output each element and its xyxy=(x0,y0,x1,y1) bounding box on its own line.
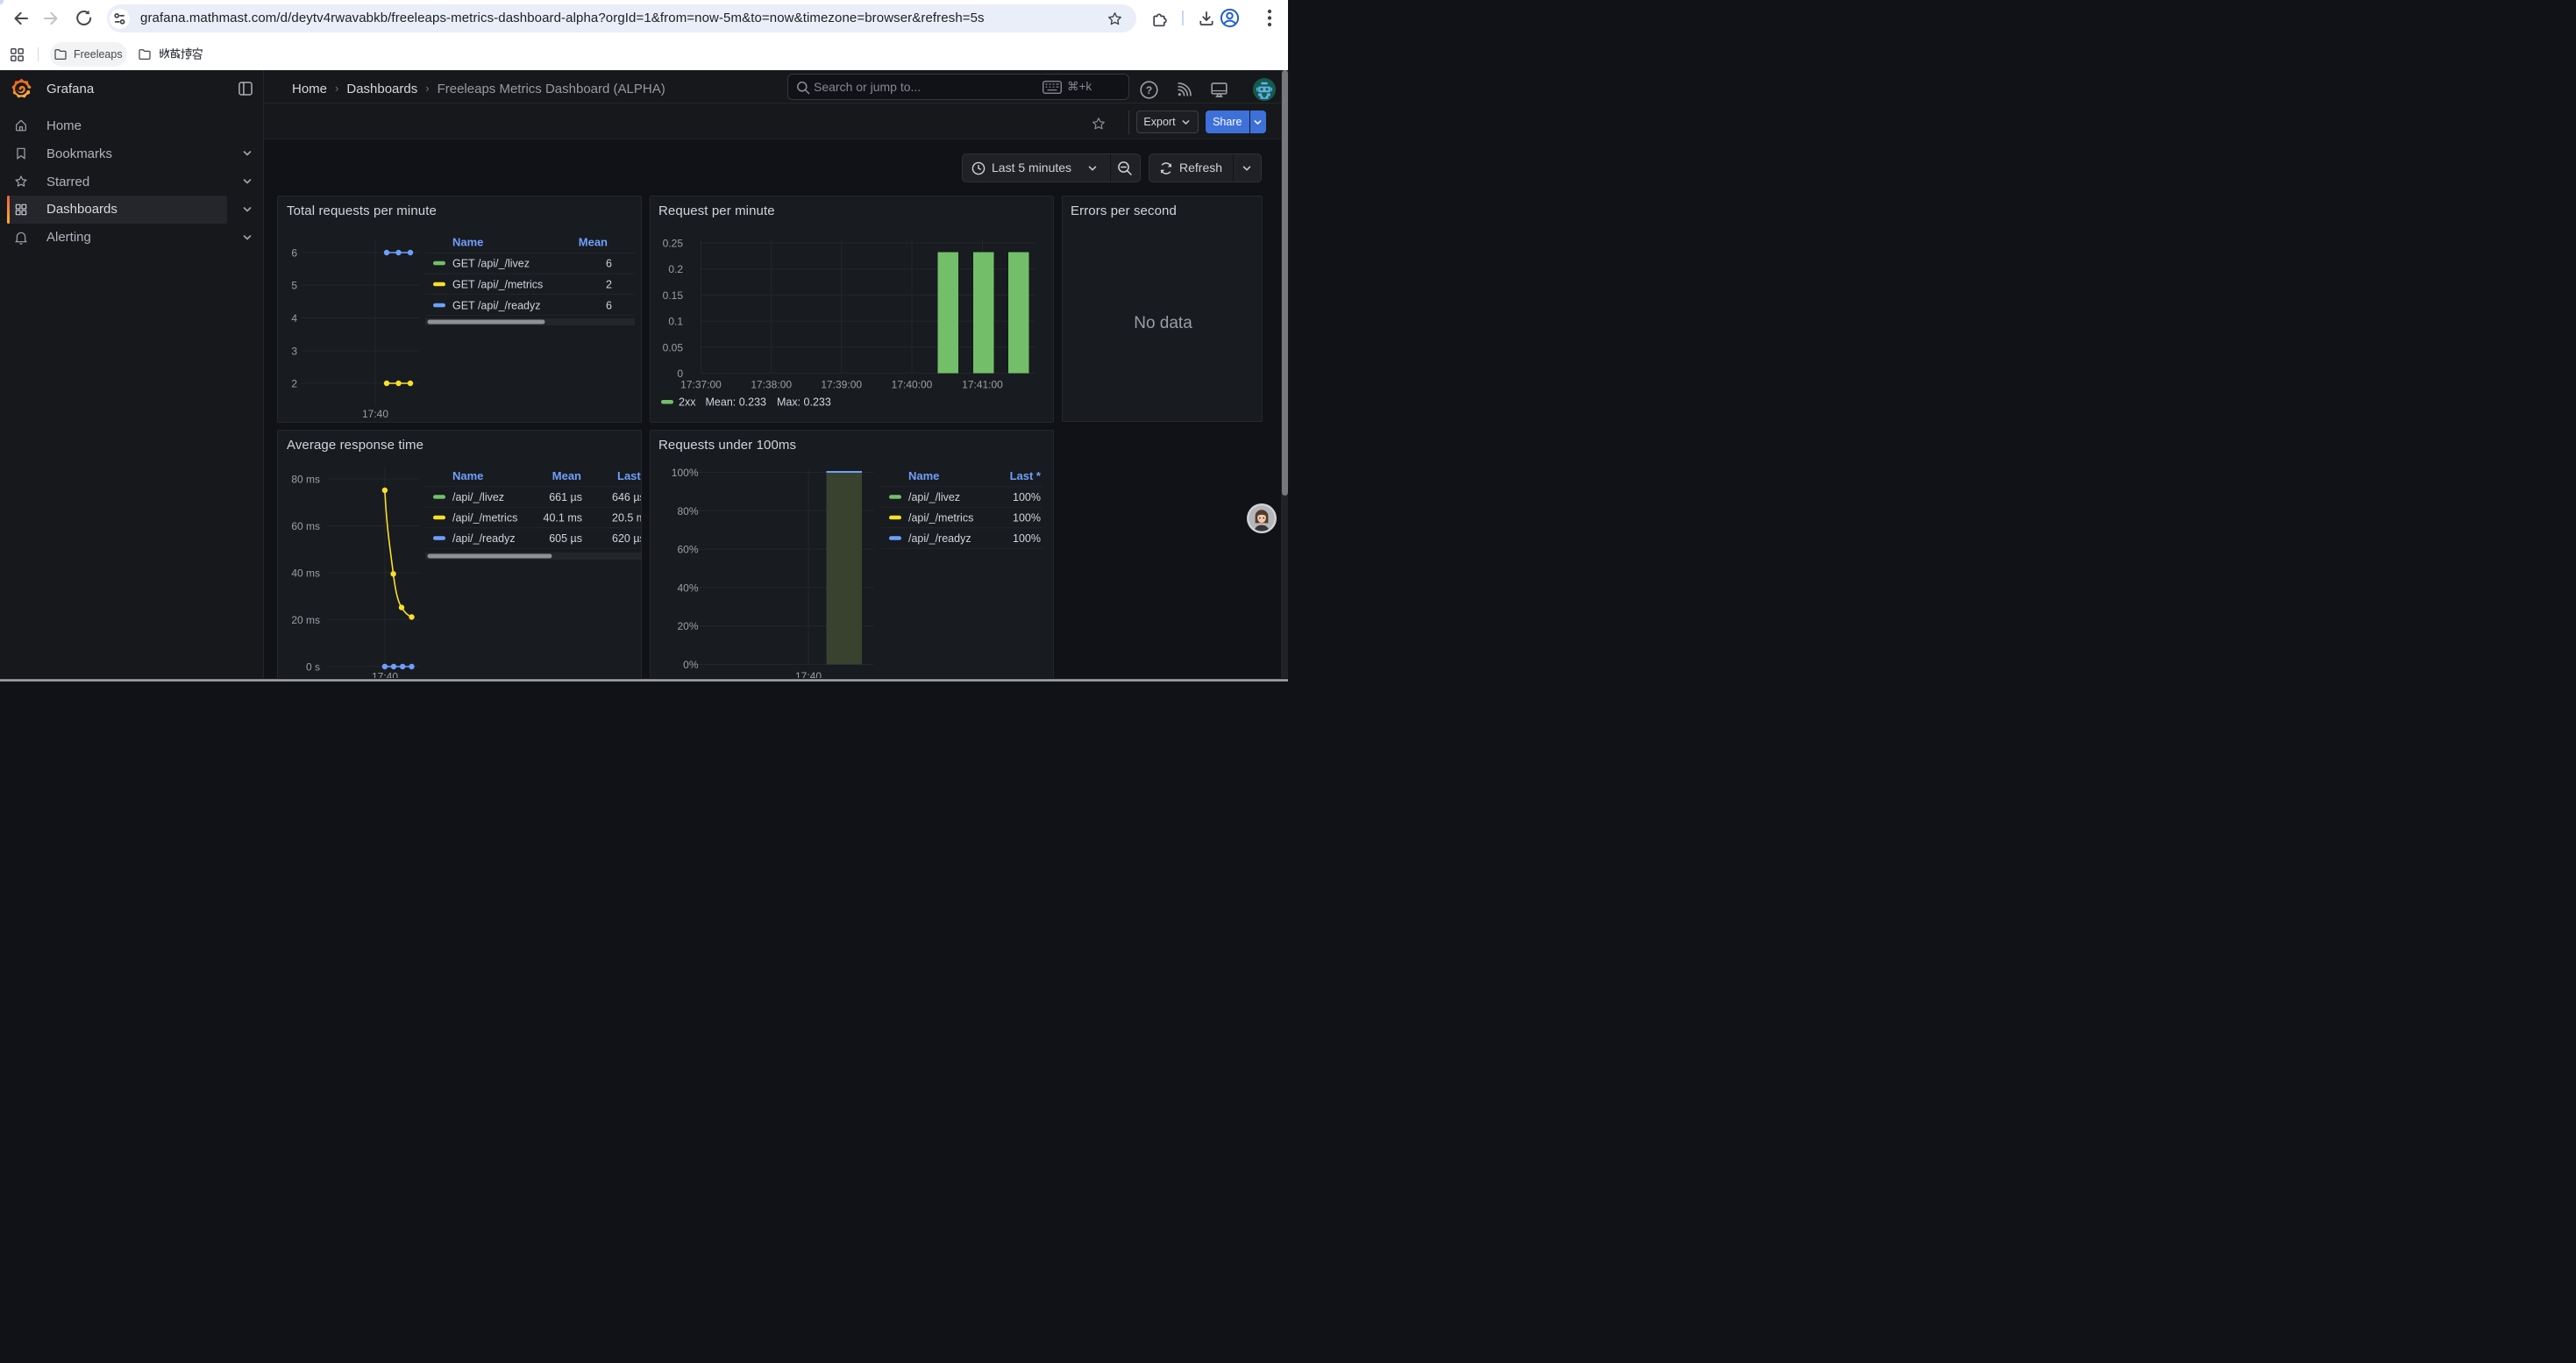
svg-text:/api/_/livez: /api/_/livez xyxy=(908,491,960,503)
svg-text:20%: 20% xyxy=(677,620,698,632)
svg-text:Last *: Last * xyxy=(617,469,641,482)
svg-text:0.05: 0.05 xyxy=(663,341,684,353)
svg-text:0.15: 0.15 xyxy=(663,289,684,302)
svg-text:620 µs: 620 µs xyxy=(612,532,641,545)
svg-text:605 µs: 605 µs xyxy=(549,532,582,545)
svg-text:Last *: Last * xyxy=(1010,469,1042,482)
svg-text:17:40: 17:40 xyxy=(372,671,398,679)
svg-text:17:38:00: 17:38:00 xyxy=(751,379,792,391)
svg-text:661 µs: 661 µs xyxy=(549,491,582,503)
svg-text:6: 6 xyxy=(606,258,612,270)
svg-text:?: ? xyxy=(1146,84,1152,96)
svg-text:/api/_/metrics: /api/_/metrics xyxy=(452,512,517,525)
svg-text:/api/_/readyz: /api/_/readyz xyxy=(908,532,971,545)
svg-text:17:40: 17:40 xyxy=(795,670,822,678)
svg-text:6: 6 xyxy=(291,247,297,260)
svg-text:0.1: 0.1 xyxy=(668,316,683,328)
svg-text:40 ms: 40 ms xyxy=(291,567,320,580)
svg-text:0.2: 0.2 xyxy=(668,263,683,275)
svg-text:646 µs: 646 µs xyxy=(612,491,641,503)
svg-text:17:40: 17:40 xyxy=(362,408,388,420)
svg-text:GET /api/_/readyz: GET /api/_/readyz xyxy=(452,300,541,312)
svg-text:Max: 0.233: Max: 0.233 xyxy=(777,396,831,409)
svg-text:20.5 ms: 20.5 ms xyxy=(612,512,641,525)
svg-text:GET /api/_/livez: GET /api/_/livez xyxy=(452,258,530,270)
svg-text:17:41:00: 17:41:00 xyxy=(962,379,1003,391)
svg-text:17:39:00: 17:39:00 xyxy=(821,379,862,391)
svg-text:Name: Name xyxy=(452,469,483,482)
svg-text:17:40:00: 17:40:00 xyxy=(892,379,933,391)
svg-text:/api/_/readyz: /api/_/readyz xyxy=(452,532,516,545)
svg-text:100%: 100% xyxy=(1013,532,1041,545)
svg-text:/api/_/metrics: /api/_/metrics xyxy=(908,512,973,525)
svg-text:100%: 100% xyxy=(672,467,699,479)
svg-text:60%: 60% xyxy=(677,544,698,556)
svg-text:Name: Name xyxy=(452,236,483,249)
svg-text:2xx: 2xx xyxy=(679,396,696,409)
svg-text:100%: 100% xyxy=(1013,512,1041,525)
svg-text:3: 3 xyxy=(291,346,297,358)
svg-text:Mean: 0.233: Mean: 0.233 xyxy=(706,396,767,409)
svg-text:0 s: 0 s xyxy=(306,661,320,674)
svg-text:0.25: 0.25 xyxy=(663,238,684,250)
svg-text:40%: 40% xyxy=(677,582,698,594)
svg-text:Mean: Mean xyxy=(552,469,581,482)
svg-text:20 ms: 20 ms xyxy=(291,614,320,626)
svg-text:Name: Name xyxy=(908,469,939,482)
svg-text:2: 2 xyxy=(606,279,612,291)
svg-text:40.1 ms: 40.1 ms xyxy=(544,512,582,525)
svg-text:100%: 100% xyxy=(1013,491,1041,503)
svg-text:80 ms: 80 ms xyxy=(291,474,320,486)
svg-text:Mean: Mean xyxy=(579,236,608,249)
svg-text:80%: 80% xyxy=(677,505,698,517)
svg-text:0%: 0% xyxy=(683,659,699,671)
svg-text:6: 6 xyxy=(606,300,612,312)
svg-text:2: 2 xyxy=(291,378,297,390)
svg-text:/api/_/livez: /api/_/livez xyxy=(452,491,504,503)
svg-text:5: 5 xyxy=(291,280,297,292)
svg-text:60 ms: 60 ms xyxy=(291,520,320,532)
svg-text:17:37:00: 17:37:00 xyxy=(680,379,722,391)
svg-text:4: 4 xyxy=(291,312,297,325)
svg-text:GET /api/_/metrics: GET /api/_/metrics xyxy=(452,279,543,291)
